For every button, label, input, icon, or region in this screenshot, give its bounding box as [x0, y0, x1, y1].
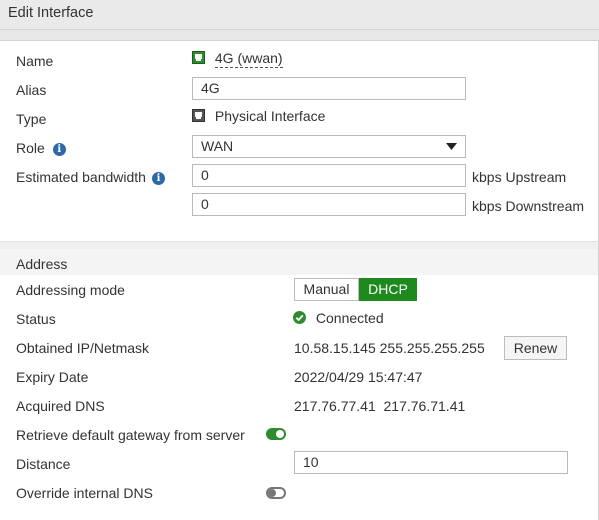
bandwidth-label-group: Estimated bandwidth i: [16, 169, 165, 185]
expiry-date-value: 2022/04/29 15:47:47: [294, 369, 423, 385]
status-value-group: Connected: [293, 310, 384, 326]
address-section-title: Address: [16, 256, 68, 272]
acquired-dns-label: Acquired DNS: [16, 398, 105, 414]
retrieve-gateway-toggle[interactable]: [266, 428, 286, 440]
physical-port-icon: [192, 109, 205, 122]
status-label: Status: [16, 311, 56, 327]
info-icon[interactable]: i: [151, 172, 165, 185]
override-dns-toggle[interactable]: [266, 487, 286, 499]
bandwidth-label: Estimated bandwidth: [16, 169, 146, 185]
override-dns-label: Override internal DNS: [16, 485, 153, 501]
distance-input[interactable]: 10: [294, 451, 568, 474]
check-circle-icon: [293, 311, 306, 324]
role-label: Role: [16, 140, 45, 156]
window-titlebar: Edit Interface: [0, 0, 599, 30]
distance-label: Distance: [16, 456, 71, 472]
type-label: Type: [16, 111, 47, 127]
interface-name-value: 4G (wwan): [214, 50, 283, 68]
ip-netmask-label: Obtained IP/Netmask: [16, 340, 150, 356]
status-value: Connected: [315, 310, 384, 326]
info-icon[interactable]: i: [52, 143, 66, 156]
interface-name-link[interactable]: 4G (wwan): [192, 50, 283, 68]
ip-netmask-value: 10.58.15.145 255.255.255.255: [294, 340, 485, 356]
alias-input[interactable]: 4G: [192, 77, 466, 100]
network-port-icon: [192, 51, 205, 64]
addressing-mode-label: Addressing mode: [16, 282, 125, 298]
role-label-group: Role i: [16, 140, 66, 156]
alias-label: Alias: [16, 82, 47, 98]
expiry-date-label: Expiry Date: [16, 369, 89, 385]
role-select[interactable]: WAN: [192, 135, 466, 158]
downstream-input[interactable]: 0: [192, 193, 466, 216]
retrieve-gateway-label: Retrieve default gateway from server: [16, 427, 245, 443]
name-label: Name: [16, 53, 54, 69]
edit-interface-panel: Name 4G (wwan) Alias 4G Type Physical In…: [0, 40, 599, 520]
role-selected-value: WAN: [201, 138, 234, 154]
caret-down-icon: [446, 143, 457, 150]
toggle-knob: [276, 430, 284, 438]
upstream-unit: kbps Upstream: [472, 169, 567, 185]
renew-button[interactable]: Renew: [504, 336, 567, 360]
acquired-dns-value: 217.76.77.41 217.76.71.41: [294, 398, 466, 414]
mode-manual-button[interactable]: Manual: [294, 278, 359, 301]
type-value: Physical Interface: [214, 108, 326, 124]
downstream-unit: kbps Downstream: [472, 198, 585, 214]
address-section-header: Address: [0, 249, 598, 275]
mode-dhcp-button[interactable]: DHCP: [359, 278, 417, 301]
toggle-knob: [268, 489, 276, 497]
upstream-input[interactable]: 0: [192, 164, 466, 187]
window-title: Edit Interface: [8, 5, 94, 21]
type-value-group: Physical Interface: [192, 108, 325, 124]
